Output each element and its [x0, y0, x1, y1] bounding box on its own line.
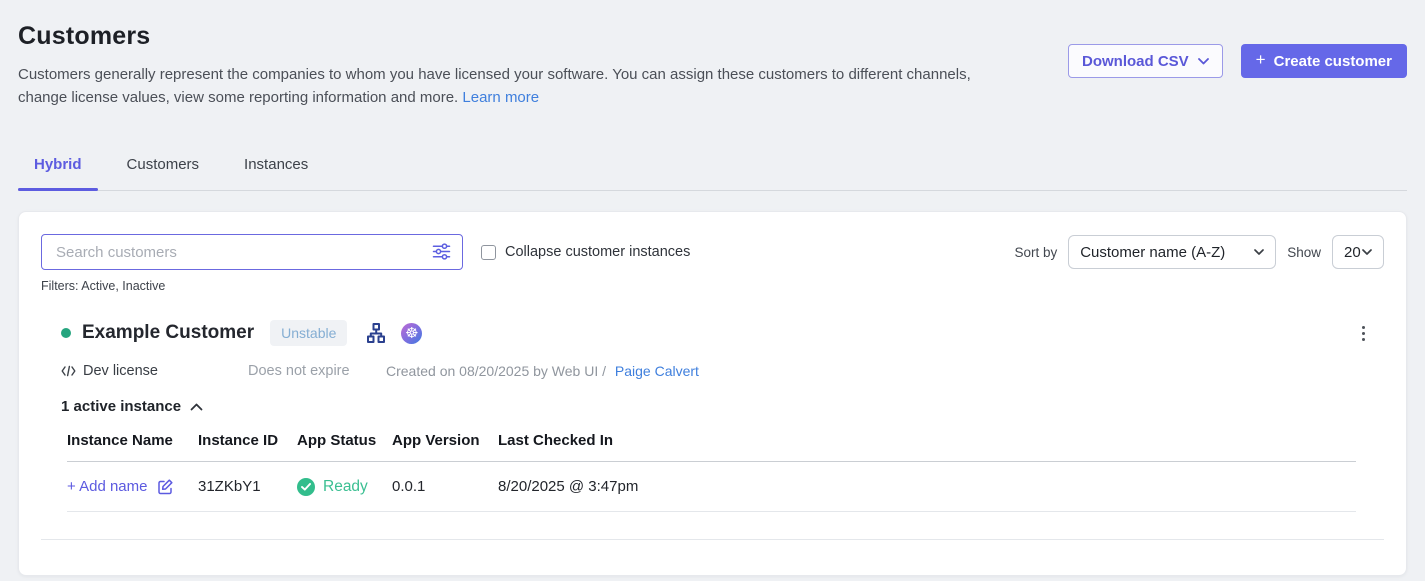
- col-instance-name: Instance Name: [67, 432, 198, 449]
- customer-header-row: Example Customer Unstable ☸: [61, 320, 1384, 346]
- customer-name[interactable]: Example Customer: [82, 322, 254, 344]
- search-input[interactable]: [41, 234, 463, 270]
- show-label: Show: [1287, 245, 1321, 260]
- customer-options-kebab-icon[interactable]: [1357, 321, 1370, 346]
- page-description: Customers generally represent the compan…: [18, 64, 976, 109]
- create-customer-label: Create customer: [1274, 53, 1392, 70]
- kubernetes-icon: ☸: [401, 323, 422, 344]
- last-checked-in-value: 8/20/2025 @ 3:47pm: [498, 478, 1356, 495]
- sort-select[interactable]: Customer name (A-Z): [1068, 235, 1276, 269]
- chevron-down-icon: [1198, 58, 1209, 65]
- instances-table-header: Instance Name Instance ID App Status App…: [67, 432, 1356, 462]
- created-info-text: Created on 08/20/2025 by Web UI /: [386, 363, 606, 379]
- learn-more-link[interactable]: Learn more: [462, 89, 539, 106]
- filter-sliders-icon[interactable]: [432, 243, 451, 265]
- header-actions: Download CSV + Create customer: [1068, 44, 1407, 78]
- col-app-version: App Version: [392, 432, 498, 449]
- collapse-instances-label: Collapse customer instances: [505, 244, 690, 260]
- add-name-link[interactable]: + Add name: [67, 478, 147, 495]
- customers-page: Customers Customers generally represent …: [0, 0, 1425, 576]
- channel-badge: Unstable: [270, 320, 347, 346]
- page-header: Customers Customers generally represent …: [18, 16, 1407, 109]
- kubernetes-wheel-glyph: ☸: [405, 326, 418, 341]
- license-expiration: Does not expire: [248, 363, 386, 379]
- toolbar: Collapse customer instances Sort by Cust…: [41, 234, 1384, 270]
- instances-summary-toggle[interactable]: 1 active instance: [61, 398, 203, 415]
- chevron-down-icon: [1362, 249, 1372, 255]
- create-customer-button[interactable]: + Create customer: [1241, 44, 1407, 78]
- license-type-label: Dev license: [83, 363, 158, 379]
- page-title: Customers: [18, 22, 976, 51]
- instances-table: Instance Name Instance ID App Status App…: [67, 432, 1356, 512]
- sort-by-label: Sort by: [1014, 245, 1057, 260]
- plus-icon: +: [1256, 50, 1266, 70]
- collapse-instances-checkbox[interactable]: [481, 245, 496, 260]
- header-text-block: Customers Customers generally represent …: [18, 16, 976, 109]
- card-bottom-divider: [41, 539, 1384, 557]
- tab-customers[interactable]: Customers: [111, 146, 216, 190]
- app-version-value: 0.0.1: [392, 478, 498, 495]
- app-status-cell: Ready: [297, 478, 392, 496]
- chevron-up-icon: [190, 403, 203, 411]
- created-by-link[interactable]: Paige Calvert: [615, 363, 699, 379]
- sort-select-value: Customer name (A-Z): [1080, 244, 1225, 261]
- helm-chart-icon: [364, 321, 388, 345]
- created-info: Created on 08/20/2025 by Web UI / Paige …: [386, 363, 699, 379]
- check-circle-icon: [297, 478, 315, 496]
- search-wrap: [41, 234, 463, 270]
- download-csv-label: Download CSV: [1082, 53, 1189, 70]
- active-status-dot: [61, 328, 71, 338]
- license-row: Dev license Does not expire Created on 0…: [61, 363, 1384, 379]
- app-status-value: Ready: [323, 478, 368, 496]
- collapse-instances-control: Collapse customer instances: [481, 244, 690, 260]
- customers-card: Collapse customer instances Sort by Cust…: [18, 211, 1407, 576]
- instance-name-cell: + Add name: [67, 478, 198, 496]
- tab-hybrid[interactable]: Hybrid: [18, 146, 98, 190]
- code-brackets-icon: [61, 364, 76, 378]
- license-type: Dev license: [61, 363, 248, 379]
- download-csv-button[interactable]: Download CSV: [1068, 44, 1223, 78]
- tab-bar: Hybrid Customers Instances: [18, 146, 1407, 191]
- col-instance-id: Instance ID: [198, 432, 297, 449]
- instances-summary-label: 1 active instance: [61, 398, 181, 415]
- edit-pencil-icon[interactable]: [156, 478, 174, 496]
- show-select-value: 20: [1344, 244, 1361, 261]
- active-filters-text: Filters: Active, Inactive: [41, 279, 1384, 293]
- customer-block: Example Customer Unstable ☸: [41, 320, 1384, 557]
- tab-instances[interactable]: Instances: [228, 146, 324, 190]
- instance-id-value: 31ZKbY1: [198, 478, 297, 495]
- col-last-checked-in: Last Checked In: [498, 432, 1356, 449]
- chevron-down-icon: [1254, 249, 1264, 255]
- table-row: + Add name 31ZKbY1 Ready: [67, 462, 1356, 512]
- col-app-status: App Status: [297, 432, 392, 449]
- toolbar-right: Sort by Customer name (A-Z) Show 20: [1014, 235, 1384, 269]
- show-select[interactable]: 20: [1332, 235, 1384, 269]
